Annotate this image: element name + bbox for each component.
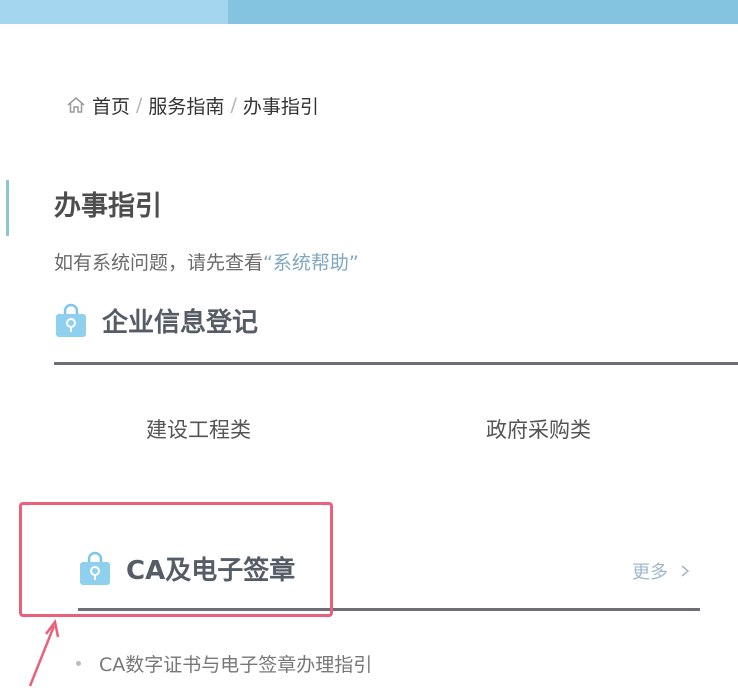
breadcrumb-separator: /: [136, 94, 143, 116]
breadcrumb: 首页 / 服务指南 / 办事指引: [66, 92, 319, 118]
bullet-icon: [76, 661, 81, 666]
list-item[interactable]: CA数字证书与电子签章办理指引: [76, 650, 372, 677]
highlight-box: [19, 502, 333, 617]
more-link[interactable]: 更多: [632, 558, 690, 584]
category-construction[interactable]: 建设工程类: [146, 414, 251, 444]
list-item-label: CA数字证书与电子签章办理指引: [99, 654, 373, 676]
system-help-link[interactable]: “系统帮助”: [263, 252, 359, 274]
section-enterprise-title: 企业信息登记: [102, 308, 259, 338]
section-divider: [54, 362, 738, 365]
annotation-arrow: [28, 619, 60, 687]
category-procurement[interactable]: 政府采购类: [486, 414, 591, 444]
help-prefix: 如有系统问题，请先查看: [54, 252, 264, 274]
breadcrumb-current: 办事指引: [242, 95, 319, 118]
chevron-right-icon: [680, 564, 690, 578]
help-line: 如有系统问题，请先查看“系统帮助”: [54, 248, 359, 275]
more-label: 更多: [632, 562, 668, 583]
top-banner: [0, 0, 738, 24]
breadcrumb-separator: /: [230, 94, 237, 116]
page-title: 办事指引: [54, 191, 162, 222]
breadcrumb-home[interactable]: 首页: [92, 92, 130, 119]
breadcrumb-service-guide[interactable]: 服务指南: [148, 92, 224, 119]
section-enterprise-header: 企业信息登记: [54, 302, 258, 339]
title-accent-bar: [6, 180, 9, 236]
home-icon[interactable]: [66, 95, 86, 115]
top-banner-left: [0, 0, 228, 24]
bag-icon: [54, 303, 88, 339]
